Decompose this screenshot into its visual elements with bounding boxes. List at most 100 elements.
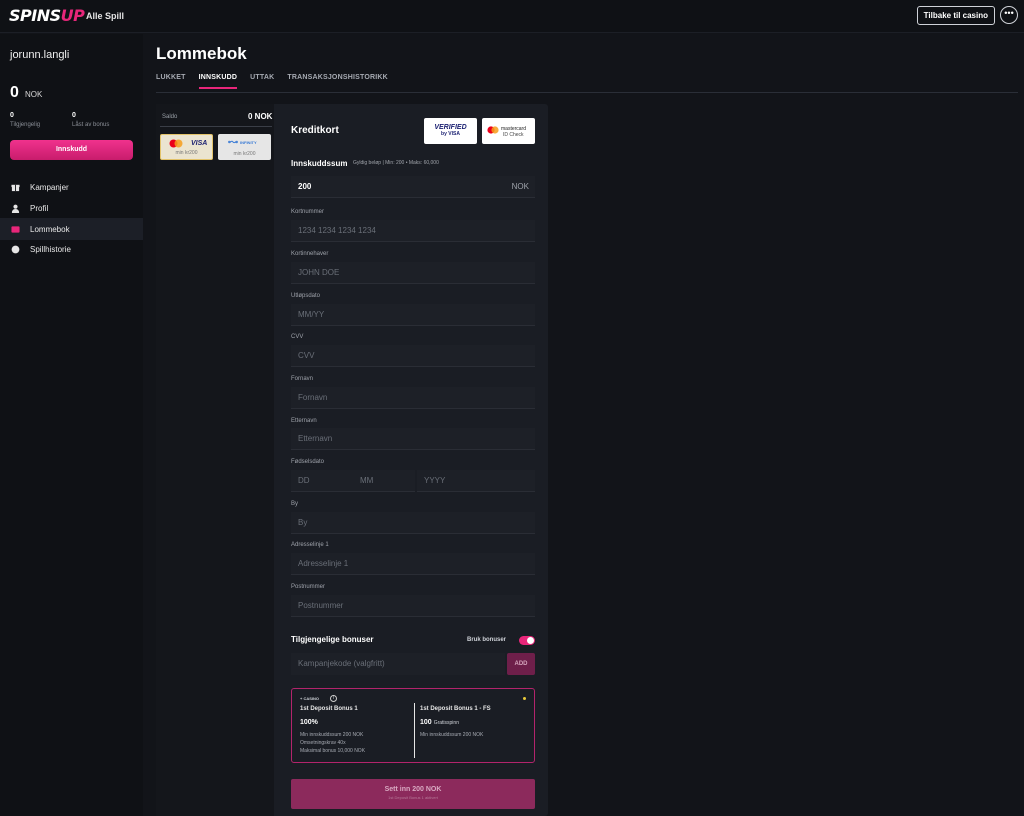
amount-currency: NOK [511, 182, 529, 191]
payment-method-visa-mastercard[interactable]: VISA min kr200 [160, 134, 213, 160]
balance-value: 0 [10, 84, 19, 101]
infinity-brand: INFINITY [240, 140, 257, 145]
bonus2-detail: Min innskuddssum 200 NOK [420, 732, 484, 738]
visa-brand: VISA [191, 140, 208, 147]
bonus2-value: 100 [420, 719, 432, 726]
saldo-divider [160, 126, 272, 127]
card-number-field[interactable]: 1234 1234 1234 1234 [291, 220, 535, 242]
amount-hint: Gyldig beløp | Min: 200 • Maks: 60,000 [353, 160, 439, 166]
bonus1-value: 100% [300, 719, 318, 726]
bonus1-detail: Maksimal bonus 10,000 NOK [300, 748, 366, 754]
amount-input[interactable]: 200 NOK [291, 176, 535, 198]
saldo-label: Saldo [162, 114, 178, 120]
wallet-icon [11, 225, 20, 233]
sidebar-item-spillhistorie[interactable]: Spillhistorie [0, 238, 143, 260]
balance-currency: NOK [25, 90, 43, 99]
saldo-value: 0 NOK [248, 112, 273, 121]
address-field[interactable]: Adresselinje 1 [291, 553, 535, 575]
birth-month-field[interactable]: MM [353, 470, 415, 492]
sidebar-item-label: Kampanjer [30, 182, 69, 192]
bonus2-unit: Gratisspinn [433, 720, 459, 726]
available-label: Tilgjengelig [10, 122, 41, 128]
user-icon [11, 204, 20, 213]
available-value: 0 [10, 112, 14, 119]
use-bonuses-toggle[interactable] [519, 636, 535, 645]
wallet-tabs: LUKKET INNSKUDD UTTAK TRANSAKSJONSHISTOR… [156, 74, 401, 91]
more-options-button[interactable]: ••• [1000, 6, 1018, 24]
deposit-button[interactable]: Innskudd [10, 140, 133, 160]
card-number-label: Kortnummer [291, 209, 325, 215]
logo[interactable]: SPINSUP [9, 6, 85, 25]
bonus1-detail: Omsetningskrav 40x [300, 740, 346, 746]
sidebar-item-lommebok[interactable]: Lommebok [0, 218, 143, 240]
address-label: Adresselinje 1 [291, 542, 329, 548]
username: jorunn.langli [10, 49, 70, 61]
card-holder-label: Kortinnehaver [291, 251, 329, 257]
amount-title: Innskuddssum [291, 159, 348, 168]
cvv-label: CVV [291, 334, 304, 340]
city-label: By [291, 501, 299, 507]
tab-lukket[interactable]: LUKKET [156, 74, 186, 91]
top-bar: SPINSUP Alle Spill Tilbake til casino ••… [0, 0, 1024, 33]
mastercard-icon [169, 139, 183, 148]
history-icon [11, 245, 20, 253]
bonus-divider [414, 703, 415, 758]
payment-method-infinity[interactable]: INFINITY min kr200 [218, 134, 271, 160]
sidebar-item-label: Profil [30, 203, 49, 213]
bonus-locked-value: 0 [72, 112, 76, 119]
selected-dot-icon [523, 697, 526, 700]
card-holder-field[interactable]: JOHN DOE [291, 262, 535, 284]
tab-innskudd[interactable]: INNSKUDD [198, 74, 238, 91]
birth-day-field[interactable]: DD [291, 470, 353, 492]
sidebar: jorunn.langli 0 NOK 0 Tilgjengelig 0 Lås… [0, 34, 143, 816]
logo-part2: UP [60, 6, 85, 25]
sidebar-item-label: Lommebok [30, 224, 70, 234]
infinity-icon [228, 140, 238, 144]
cvv-field[interactable]: CVV [291, 345, 535, 367]
birth-year-field[interactable]: YYYY [417, 470, 535, 492]
amount-value: 200 [298, 182, 312, 191]
postal-label: Postnummer [291, 584, 326, 590]
bonus2-value-wrap: 100 Gratisspinn [420, 719, 459, 726]
mastercard-icon [487, 126, 499, 134]
min-amount: min kr200 [175, 150, 198, 156]
expiry-label: Utløpsdato [291, 293, 321, 299]
visa-badge-line1: VERIFIED [434, 124, 467, 131]
tab-transaksjonshistorikk[interactable]: TRANSAKSJONSHISTORIKK [287, 74, 388, 91]
page-title: Lommebok [156, 44, 247, 63]
submit-deposit-button[interactable]: Sett inn 200 NOK 1st Deposit Bonus 1 akt… [291, 779, 535, 809]
postal-field[interactable]: Postnummer [291, 595, 535, 617]
info-icon[interactable]: i [330, 695, 337, 702]
firstname-field[interactable]: Fornavn [291, 387, 535, 409]
submit-sublabel: 1st Deposit Bonus 1 aktivert [388, 795, 438, 800]
city-field[interactable]: By [291, 512, 535, 534]
bonus-offer-box[interactable]: + CASINO i 1st Deposit Bonus 1 100% Min … [291, 688, 535, 763]
sidebar-item-label: Spillhistorie [30, 244, 71, 254]
tabs-divider [156, 92, 1018, 93]
sidebar-item-kampanjer[interactable]: Kampanjer [0, 176, 143, 198]
logo-part1: SPINS [9, 6, 61, 25]
back-to-casino-button[interactable]: Tilbake til casino [916, 6, 995, 25]
casino-tag: + CASINO [300, 696, 320, 701]
sidebar-item-profil[interactable]: Profil [0, 197, 143, 219]
form-title: Kreditkort [291, 125, 339, 136]
min-amount: min kr200 [233, 151, 256, 157]
bonuses-title: Tilgjengelige bonuser [291, 635, 374, 644]
visa-badge-line2: by VISA [441, 131, 460, 137]
use-bonuses-label: Bruk bonuser [467, 637, 507, 643]
tab-uttak[interactable]: UTTAK [250, 74, 274, 91]
promo-code-input[interactable]: Kampanjekode (valgfritt) [291, 653, 505, 675]
lastname-label: Etternavn [291, 418, 317, 424]
birthdate-label: Fødselsdato [291, 459, 325, 465]
bonus1-detail: Min innskuddssum 200 NOK [300, 732, 364, 738]
firstname-label: Fornavn [291, 376, 314, 382]
gift-icon [11, 184, 20, 191]
nav-all-games[interactable]: Alle Spill [86, 11, 124, 21]
lastname-field[interactable]: Etternavn [291, 428, 535, 450]
verified-by-visa-badge: VERIFIED by VISA [424, 118, 477, 144]
payment-methods-column [156, 104, 274, 816]
bonus1-name: 1st Deposit Bonus 1 [300, 706, 358, 712]
bonus-locked-label: Låst av bonus [72, 122, 110, 128]
add-promo-button[interactable]: ADD [507, 653, 535, 675]
expiry-field[interactable]: MM/YY [291, 304, 535, 326]
